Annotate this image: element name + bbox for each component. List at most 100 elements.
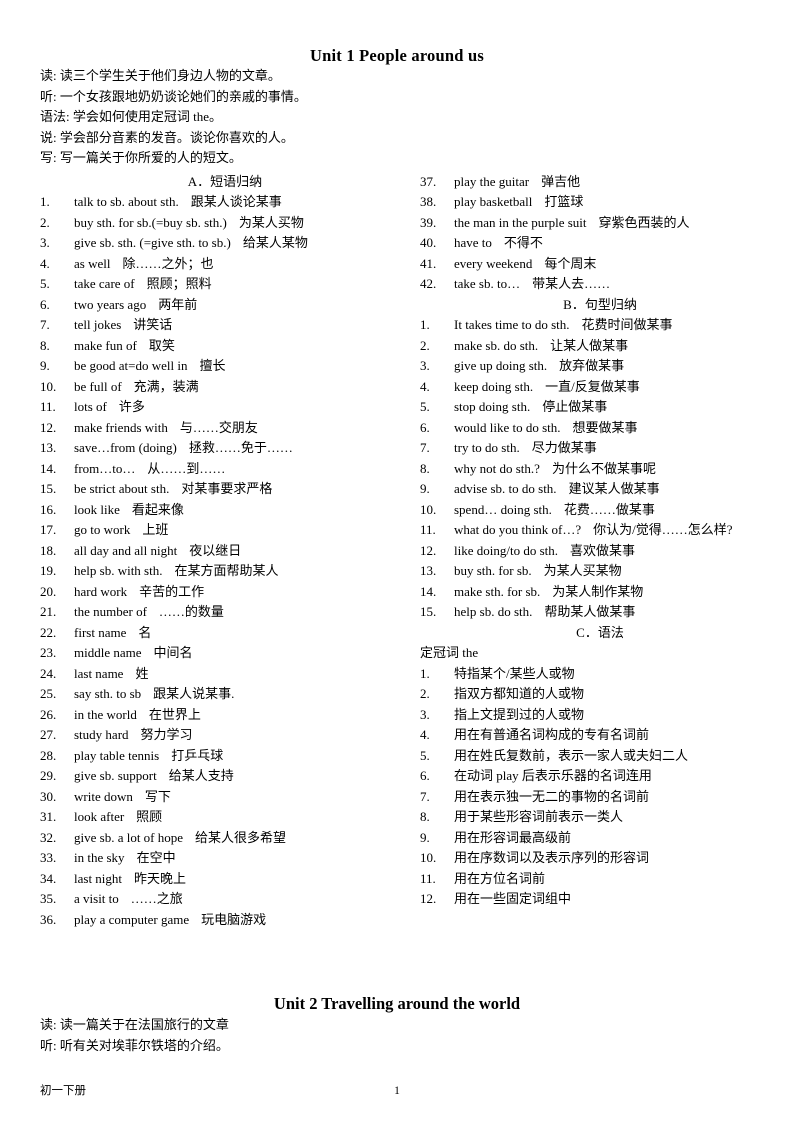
item-chinese: 跟某人谈论某事 [190, 194, 282, 209]
item-number: 5. [40, 276, 50, 291]
item-number: 4. [40, 255, 50, 271]
sentence-pattern-item: 9. advise sb. to do sth. 建议某人做某事 [420, 479, 780, 500]
item-number: 7. [420, 788, 430, 804]
item-number: 8. [40, 337, 50, 353]
item-english: make sth. for sb. [454, 583, 541, 599]
item-english: keep doing sth. [454, 378, 534, 394]
item-number: 13. [420, 563, 437, 578]
section-c-heading: C．语法 [576, 624, 624, 640]
item-number: 22. [40, 624, 57, 640]
item-number: 5. [420, 399, 430, 414]
right-column: 37. play the guitar 弹吉他 38. play basketball… [420, 172, 780, 910]
item-english: two years ago [74, 296, 147, 312]
item-number: 11. [420, 870, 436, 886]
item-english: help sb. do sth. [454, 604, 533, 619]
phrase-item: 28. play table tennis 打乒乓球 [40, 746, 410, 767]
item-english: write down [74, 788, 133, 804]
item-number: 21. [40, 604, 57, 619]
phrase-item: 20. hard work 辛苦的工作 [40, 582, 410, 603]
item-english: be full of [74, 378, 122, 394]
grammar-item: 7. 用在表示独一无二的事物的名词前 [420, 787, 780, 808]
intro-text: 学会如何使用定冠词 the。 [72, 109, 223, 124]
item-number: 2. [420, 686, 430, 701]
phrase-item: 10. be full of 充满，装满 [40, 377, 410, 398]
item-number: 1. [420, 665, 430, 681]
item-chinese: 跟某人说某事. [153, 686, 235, 701]
item-number: 24. [40, 665, 57, 681]
phrase-item: 3. give sb. sth. (=give sth. to sb.) 给某人某物 [40, 233, 410, 254]
item-chinese: 为某人制作某物 [552, 583, 644, 599]
sentence-pattern-item: 8. why not do sth.? 为什么不做某事呢 [420, 459, 780, 480]
intro-line-read: 读: 读三个学生关于他们身边人物的文章。 [40, 66, 794, 87]
item-number: 9. [420, 829, 430, 845]
item-number: 36. [40, 911, 57, 927]
item-english: look like [74, 501, 120, 517]
phrase-item: 23. middle name 中间名 [40, 643, 410, 664]
item-number: 10. [420, 850, 437, 865]
sentence-pattern-item: 14. make sth. for sb. 为某人制作某物 [420, 582, 780, 603]
item-english: play a computer game [74, 911, 190, 927]
item-number: 14. [420, 583, 437, 599]
sentence-pattern-item: 6. would like to do sth. 想要做某事 [420, 418, 780, 439]
item-english: spend… doing sth. [454, 501, 552, 517]
item-number: 7. [40, 317, 50, 332]
item-number: 3. [420, 358, 430, 373]
sentence-pattern-item: 4. keep doing sth. 一直/反复做某事 [420, 377, 780, 398]
item-chinese: 玩电脑游戏 [201, 911, 267, 927]
item-chinese: 辛苦的工作 [139, 583, 205, 599]
phrase-item: 17. go to work 上班 [40, 520, 410, 541]
item-english: take sb. to… [454, 276, 521, 291]
item-number: 1. [40, 194, 50, 209]
item-chinese: 喜欢做某事 [570, 542, 636, 558]
intro-text: 写一篇关于你所爱的人的短文。 [59, 150, 242, 165]
item-number: 12. [40, 419, 57, 435]
item-english: lots of [74, 399, 107, 414]
item-number: 25. [40, 686, 57, 701]
item-english: study hard [74, 727, 129, 742]
phrase-item: 30. write down 写下 [40, 787, 410, 808]
phrase-item: 16. look like 看起来像 [40, 500, 410, 521]
item-english: would like to do sth. [454, 419, 561, 435]
phrase-item: 34. last night 昨天晚上 [40, 869, 410, 890]
item-number: 6. [40, 296, 50, 312]
phrase-item: 25. say sth. to sb 跟某人说某事. [40, 684, 410, 705]
item-chinese: 特指某个/某些人或物 [454, 665, 575, 681]
item-chinese: 让某人做某事 [550, 337, 629, 353]
sentence-pattern-item: 15. help sb. do sth. 帮助某人做某事 [420, 602, 780, 623]
intro-label: 读: [40, 1017, 57, 1032]
item-number: 4. [420, 727, 430, 742]
item-chinese: 充满，装满 [133, 378, 199, 394]
item-english: save…from (doing) [74, 440, 177, 455]
item-chinese: 弹吉他 [541, 173, 581, 189]
item-english: buy sth. for sb.(=buy sb. sth.) [74, 214, 227, 230]
intro-label: 听: [40, 1037, 57, 1053]
phrase-item: 37. play the guitar 弹吉他 [420, 172, 780, 193]
intro-label: 说: [40, 129, 57, 145]
grammar-item: 6. 在动词 play 后表示乐器的名词连用 [420, 766, 780, 787]
sentence-pattern-item: 3. give up doing sth. 放弃做某事 [420, 356, 780, 377]
unit2-intro-block: 读: 读一篇关于在法国旅行的文章 听: 听有关对埃菲尔铁塔的介绍。 [0, 1015, 794, 1056]
item-number: 2. [40, 214, 50, 230]
item-chinese: 用于某些形容词前表示一类人 [454, 809, 624, 824]
sentence-pattern-item: 12. like doing/to do sth. 喜欢做某事 [420, 541, 780, 562]
phrase-item: 42. take sb. to… 带某人去…… [420, 274, 780, 295]
unit2-block: Unit 2 Travelling around the world 读: 读一… [0, 985, 794, 1056]
item-english: tell jokes [74, 317, 122, 332]
item-english: middle name [74, 645, 142, 660]
grammar-item: 10. 用在序数词以及表示序列的形容词 [420, 848, 780, 869]
phrase-item: 7. tell jokes 讲笑话 [40, 315, 410, 336]
item-english: give sb. sth. (=give sth. to sb.) [74, 235, 231, 250]
item-chinese: 用在姓氏复数前，表示一家人或夫妇二人 [454, 747, 689, 763]
item-chinese: 用在方位名词前 [454, 870, 546, 886]
item-chinese: 名 [138, 624, 152, 640]
item-english: from…to… [74, 460, 136, 476]
item-english: be good at=do well in [74, 358, 188, 373]
page-footer: 初一下册 1 [0, 1083, 794, 1103]
sentence-pattern-item: 11. what do you think of…? 你认为/觉得……怎么样? [420, 520, 780, 541]
item-chinese: 停止做某事 [542, 399, 608, 414]
phrase-item: 38. play basketball 打篮球 [420, 192, 780, 213]
item-chinese: 带某人去…… [532, 276, 611, 291]
item-number: 16. [40, 501, 57, 517]
section-a-heading: A．短语归纳 [187, 173, 263, 189]
item-chinese: 指上文提到过的人或物 [454, 706, 585, 722]
